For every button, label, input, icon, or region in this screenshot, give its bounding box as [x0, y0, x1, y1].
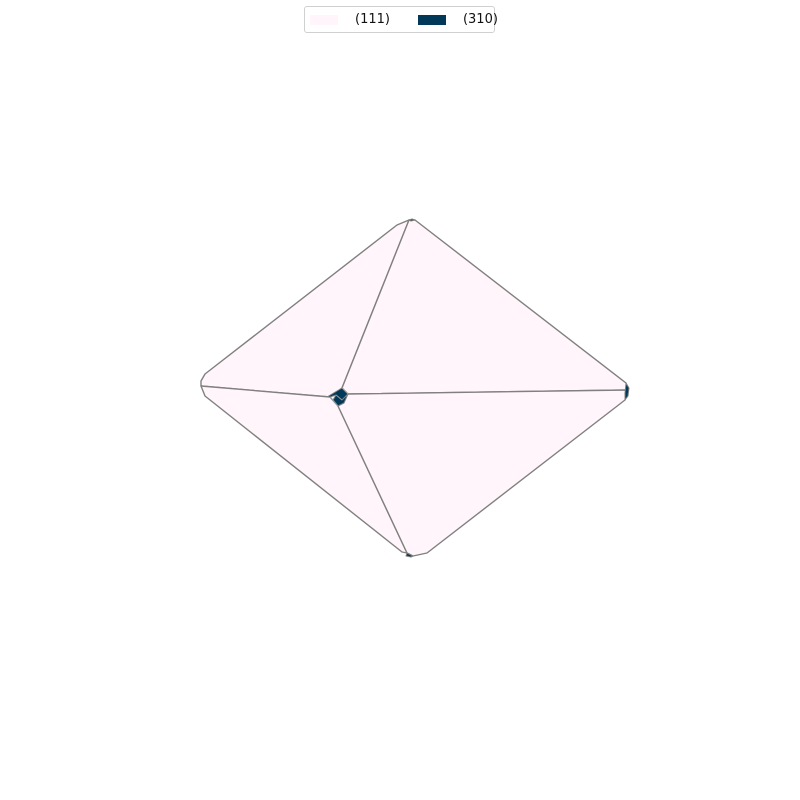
facet-310-right-tip: [624, 382, 630, 401]
facet-310-top-tip: [408, 218, 416, 222]
crystal-shape-diagram: [200, 218, 630, 558]
